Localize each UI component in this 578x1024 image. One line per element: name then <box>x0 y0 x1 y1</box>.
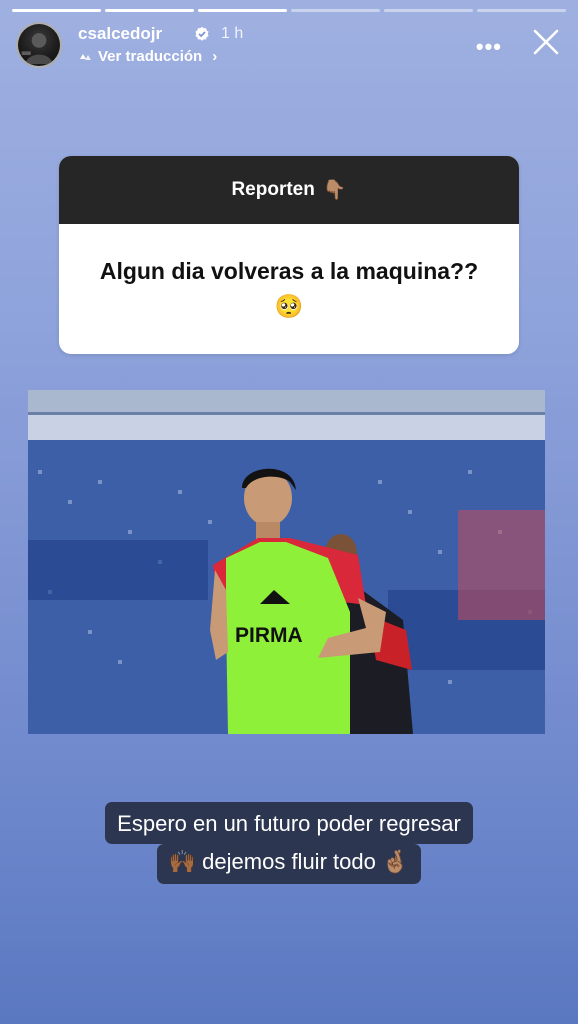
question-text: Algun dia volveras a la maquina?? <box>99 258 479 284</box>
progress-segment <box>384 9 473 12</box>
translate-icon <box>80 53 91 60</box>
translate-link[interactable]: Ver traducción › <box>78 48 217 65</box>
story-progress-bar <box>12 9 566 12</box>
crossed-fingers-icon: 🤞🏽 <box>381 849 410 874</box>
caption-text-1: Espero en un futuro poder regresar <box>117 811 461 836</box>
question-sticker[interactable]: Reporten 👇🏽 Algun dia volveras a la maqu… <box>59 156 519 354</box>
caption-text-2: dejemos fluir todo <box>202 849 376 874</box>
story-header: csalcedojr 1 h Ver traducción › ••• <box>16 22 562 72</box>
progress-segment <box>198 9 287 12</box>
progress-segment <box>12 9 101 12</box>
pointing-down-icon: 👇🏽 <box>322 180 347 201</box>
verified-badge-icon <box>195 26 209 41</box>
chevron-right-icon: › <box>212 48 218 65</box>
caption-line-1: Espero en un futuro poder regresar <box>105 802 473 844</box>
question-sticker-header: Reporten 👇🏽 <box>59 156 519 224</box>
close-icon[interactable] <box>530 26 562 58</box>
question-sticker-body: Algun dia volveras a la maquina?? 🥺 <box>59 224 519 354</box>
post-time: 1 h <box>221 25 244 42</box>
pleading-face-icon: 🥺 <box>274 293 304 319</box>
progress-segment <box>105 9 194 12</box>
story-caption: Espero en un futuro poder regresar 🙌🏾 de… <box>0 802 578 884</box>
avatar[interactable] <box>16 22 62 68</box>
sponsor-text: PIRMA <box>235 624 303 647</box>
more-horizontal-icon[interactable]: ••• <box>476 34 502 60</box>
caption-line-2: 🙌🏾 dejemos fluir todo 🤞🏽 <box>156 844 422 884</box>
username[interactable]: csalcedojr <box>78 24 162 44</box>
story-photo[interactable]: PIRMA <box>28 390 545 734</box>
raising-hands-icon: 🙌🏾 <box>168 849 197 874</box>
question-sticker-title: Reporten <box>231 179 315 200</box>
progress-segment <box>477 9 566 12</box>
translate-label: Ver traducción <box>98 48 203 65</box>
progress-segment <box>291 9 380 12</box>
